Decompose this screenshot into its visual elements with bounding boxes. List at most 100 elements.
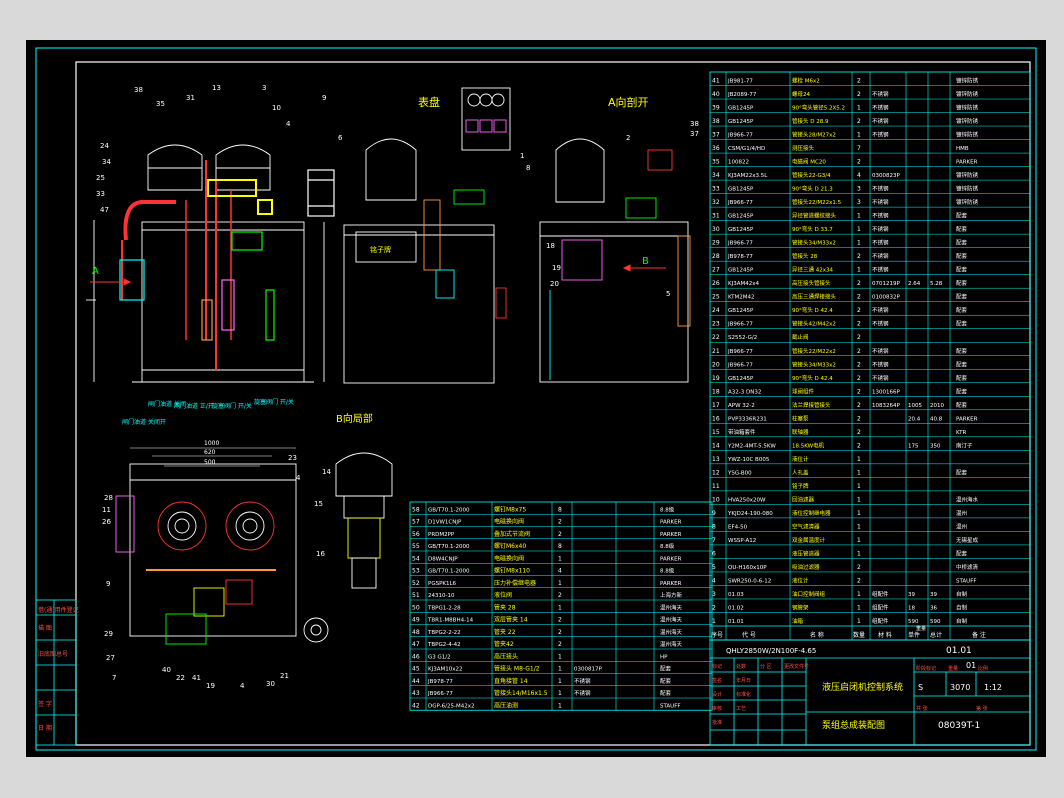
bom-right-no: 16 bbox=[712, 415, 720, 422]
bom-right-no: 10 bbox=[712, 496, 720, 503]
bom-right-qty: 1 bbox=[857, 267, 861, 274]
bom-left-qty: 1 bbox=[558, 666, 562, 673]
bom-right-header-cell: 序号 bbox=[711, 631, 723, 639]
bom-right-no: 6 bbox=[712, 550, 716, 557]
bom-right-name: 法兰焊接管接头 bbox=[792, 401, 831, 409]
bom-right-name: 高压接头管接头 bbox=[792, 279, 831, 287]
bom-right-code: JB978-77 bbox=[727, 254, 753, 260]
leader-bottom-14: 4 bbox=[296, 474, 301, 482]
title-block-label: 标记 bbox=[712, 663, 722, 670]
bom-right-code: 01.03 bbox=[728, 592, 744, 598]
bom-left-no: 44 bbox=[412, 678, 420, 685]
bom-right-code: GB1245P bbox=[728, 119, 754, 125]
leader-bottom-12: 30 bbox=[266, 680, 275, 688]
bom-left-remark: 8.8级 bbox=[660, 505, 675, 513]
bom-right-no: 8 bbox=[712, 523, 716, 530]
bom-right-mat: 组配件 bbox=[872, 590, 889, 598]
view-a bbox=[539, 138, 691, 383]
bom-left-qty: 1 bbox=[558, 653, 562, 660]
bom-left-no: 57 bbox=[412, 519, 420, 526]
bom-left-qty: 1 bbox=[558, 690, 562, 697]
bom-right-name: 人孔盖 bbox=[792, 468, 809, 476]
title-block-text: QHLY2850W/2N100F-4.65 01.01 液压启闭机控制系统 01… bbox=[726, 646, 1002, 731]
title-block-label: 重量 bbox=[948, 665, 958, 672]
bom-right-header-weight: 重量 bbox=[916, 625, 926, 632]
bom-left-code: TBPG2-2-22 bbox=[427, 630, 461, 636]
gauge-panel bbox=[461, 87, 511, 151]
part-number: 01.01 bbox=[946, 646, 972, 656]
bom-right-remark: 配套 bbox=[956, 549, 968, 557]
bom-right-mat: 不锈钢 bbox=[872, 320, 889, 328]
bom-right-no: 18 bbox=[712, 388, 720, 395]
bom-left-name: 电磁换向阀 bbox=[494, 518, 524, 526]
bom-right-qty: 1 bbox=[857, 591, 861, 598]
bom-right-code: GB1245P bbox=[728, 187, 754, 193]
bom-left-code: PGSPK1L6 bbox=[428, 581, 457, 587]
bom-left-remark: 配套 bbox=[660, 665, 672, 673]
bom-right-no: 35 bbox=[712, 159, 720, 166]
leader-a-6: 19 bbox=[552, 264, 561, 272]
bom-right-no: 12 bbox=[712, 469, 720, 476]
leader-b-0: 14 bbox=[322, 468, 331, 476]
bom-right-qty: 2 bbox=[857, 294, 861, 301]
bom-right-name: 管接头42/M42x2 bbox=[792, 320, 836, 328]
bom-right-code: WSSP-A12 bbox=[728, 538, 756, 544]
bom-right-qty: 1 bbox=[857, 537, 861, 544]
bom-right-remark: 镀锌防锈 bbox=[956, 77, 979, 85]
bom-right-mat: 1083264P bbox=[872, 403, 900, 409]
bom-left-name: 螺钉M8x75 bbox=[494, 505, 526, 513]
bom-left-remark: 8.8级 bbox=[660, 542, 675, 550]
bom-left-code: DGP-6/25-M42x2 bbox=[428, 703, 475, 709]
bom-right-remark: 配套 bbox=[956, 374, 968, 382]
bom-right-header-cell: 备 注 bbox=[972, 631, 986, 639]
leader-main-13: 3 bbox=[262, 84, 266, 92]
bom-left-name: 管夹42 bbox=[494, 640, 514, 648]
bom-right-qty: 2 bbox=[857, 577, 861, 584]
bom-left-no: 48 bbox=[412, 629, 420, 636]
weight-value: 3070 bbox=[950, 683, 970, 692]
bom-right-remark: 镀锌防锈 bbox=[956, 117, 979, 125]
bom-right-qty: 2 bbox=[857, 348, 861, 355]
bom-right-qty: 1 bbox=[857, 469, 861, 476]
leader-main-11: 6 bbox=[338, 134, 343, 142]
bom-left-no: 45 bbox=[412, 666, 420, 673]
bom-right-qty: 2 bbox=[857, 280, 861, 287]
leader-a-2: 8 bbox=[526, 164, 530, 172]
bom-right-name: 螺栓 M6x2 bbox=[792, 77, 820, 85]
bom-left-name: 叠加式节流阀 bbox=[494, 530, 530, 538]
leader-bottom-2: 26 bbox=[102, 518, 111, 526]
bom-right-header-cell: 材 料 bbox=[878, 631, 892, 639]
valve-label-0: 闸门油道 关闭开 bbox=[122, 418, 166, 426]
bom-right-remark: 配套 bbox=[956, 320, 968, 328]
bom-right-name: 截止阀 bbox=[792, 333, 809, 341]
leader-a-7: 20 bbox=[550, 280, 559, 288]
bom-left-qty: 1 bbox=[558, 555, 562, 562]
bom-right-no: 9 bbox=[712, 510, 716, 517]
leader-main-2: 34 bbox=[102, 158, 111, 166]
bom-left-mat: 0300817P bbox=[574, 667, 602, 673]
bom-right-qty: 2 bbox=[857, 375, 861, 382]
margin-label-2: 旧底图总号 bbox=[38, 650, 68, 658]
bom-right-header-cell: 代 号 bbox=[742, 631, 756, 639]
plan-view bbox=[115, 463, 329, 645]
view-title-a: A向剖开 bbox=[608, 95, 649, 109]
bom-right-name: 电磁阀 MC20 bbox=[792, 158, 826, 166]
bom-left-code: GB/T70.1-2000 bbox=[428, 544, 470, 550]
leader-main-1: 35 bbox=[156, 100, 165, 108]
bom-right-qty: 1 bbox=[857, 496, 861, 503]
bom-right-mat: 不锈钢 bbox=[872, 131, 889, 139]
leader-main-7: 31 bbox=[186, 94, 195, 102]
bom-right-name: 球阀组件 bbox=[792, 387, 815, 395]
bom-right-no: 31 bbox=[712, 213, 720, 220]
valve-label-4: 旋塞阀门 开/关 bbox=[254, 398, 294, 406]
qty-label: 01 bbox=[966, 661, 976, 670]
bom-right-remark: 镀锌防锈 bbox=[956, 90, 979, 98]
bom-right-qty: 1 bbox=[857, 240, 861, 247]
margin-label-4: 日 期 bbox=[38, 724, 52, 732]
leader-bottom-6: 7 bbox=[112, 674, 116, 682]
bom-right-mat: 不锈钢 bbox=[872, 212, 889, 220]
bom-left-remark: 温州海天 bbox=[660, 603, 683, 611]
bom-right-remark: 镀锌防锈 bbox=[956, 104, 979, 112]
bom-right-remark: 温州海水 bbox=[956, 495, 979, 503]
bom-right-remark: 配套 bbox=[956, 239, 968, 247]
